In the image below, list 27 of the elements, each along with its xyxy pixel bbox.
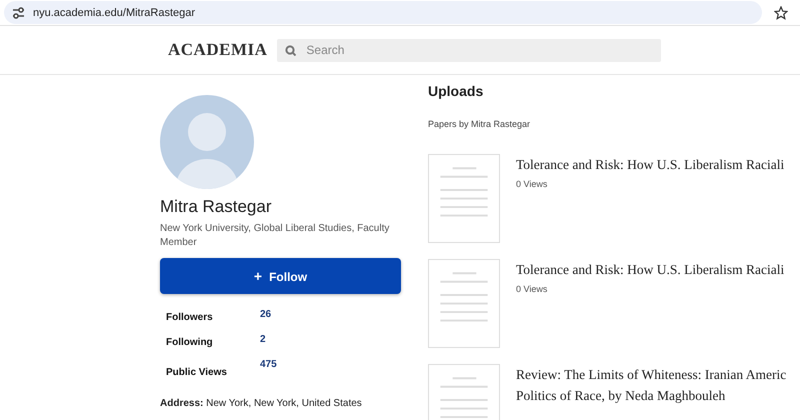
view-count: 0 Views — [516, 284, 548, 294]
papers-subheading: Papers by Mitra Rastegar — [428, 119, 532, 129]
search-input[interactable]: Search — [304, 42, 654, 58]
paper-title[interactable]: Tolerance and Risk: How U.S. Liberalism Raciali — [516, 154, 784, 175]
stat-value[interactable]: 26 — [260, 309, 320, 320]
follow-button[interactable]: + Follow — [160, 258, 401, 294]
site-settings-icon[interactable] — [12, 6, 25, 20]
affiliation-text: New York University, Global Liberal Studies, Faculty Member — [160, 222, 390, 250]
star-icon[interactable] — [774, 6, 788, 20]
address-text: Address: New York, New York, United States — [160, 398, 362, 409]
stat-label: Followers — [166, 311, 214, 323]
view-count: 0 Views — [516, 179, 548, 189]
paper-title[interactable]: Tolerance and Risk: How U.S. Liberalism Raciali — [516, 259, 784, 280]
stat-value[interactable]: 2 — [260, 334, 320, 345]
document-thumbnail[interactable] — [428, 154, 500, 243]
stat-label: Public Views — [166, 366, 228, 378]
uploads-heading: Uploads — [428, 83, 484, 99]
url-text: nyu.academia.edu/MitraRastegar — [33, 6, 196, 18]
site-logo[interactable]: ACADEMIA — [168, 40, 268, 60]
stat-value[interactable]: 475 — [260, 359, 320, 370]
search-field[interactable]: Search — [277, 38, 662, 62]
address-bar[interactable]: nyu.academia.edu/MitraRastegar — [4, 1, 762, 24]
stat-label: Following — [166, 336, 214, 348]
profile-name: Mitra Rastegar — [160, 197, 272, 217]
search-icon — [285, 44, 296, 56]
paper-title[interactable]: Review: The Limits of Whiteness: Iranian Americ Politics of Race, by Neda Maghbouleh — [516, 364, 786, 406]
document-thumbnail[interactable] — [428, 259, 500, 348]
